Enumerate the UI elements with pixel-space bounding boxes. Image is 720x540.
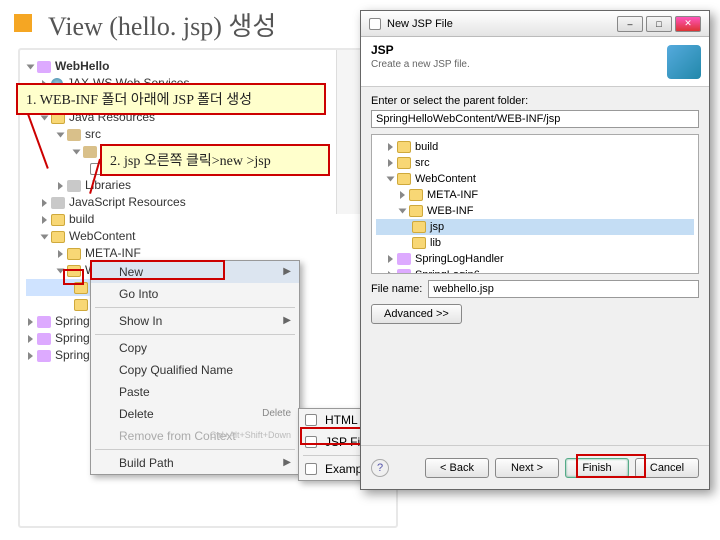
dialog-title: New JSP File xyxy=(387,18,453,30)
menu-show-in[interactable]: Show In▶ xyxy=(91,310,299,332)
filename-input[interactable] xyxy=(428,280,699,298)
menu-go-into[interactable]: Go Into xyxy=(91,283,299,305)
menu-copy-qn[interactable]: Copy Qualified Name xyxy=(91,359,299,381)
menu-copy[interactable]: Copy xyxy=(91,337,299,359)
parent-folder-label: Enter or select the parent folder: xyxy=(371,95,699,107)
callout-2: 2. jsp 오른쪽 클릭>new >jsp xyxy=(100,144,330,176)
finish-button[interactable]: Finish xyxy=(565,458,629,478)
parent-folder-input[interactable] xyxy=(371,110,699,128)
tree-item[interactable]: JavaScript Resources xyxy=(26,194,260,211)
menu-remove-context: Remove from ContextCtrl+Alt+Shift+Down xyxy=(91,425,299,447)
dialog-banner: JSP Create a new JSP file. xyxy=(361,37,709,87)
banner-icon xyxy=(667,45,701,79)
menu-delete[interactable]: DeleteDelete xyxy=(91,403,299,425)
menu-paste[interactable]: Paste xyxy=(91,381,299,403)
tree-item[interactable]: src xyxy=(26,126,260,143)
minimize-button[interactable]: – xyxy=(617,16,643,32)
project-name: WebHello xyxy=(55,58,109,75)
menu-build-path[interactable]: Build Path▶ xyxy=(91,452,299,474)
cancel-button[interactable]: Cancel xyxy=(635,458,699,478)
banner-title: JSP xyxy=(371,43,699,57)
maximize-button[interactable]: □ xyxy=(646,16,672,32)
new-jsp-dialog: New JSP File – □ ✕ JSP Create a new JSP … xyxy=(360,10,710,490)
menu-new[interactable]: New▶ xyxy=(91,261,299,283)
callout-1: 1. WEB-INF 폴더 아래에 JSP 폴더 생성 xyxy=(16,83,326,115)
filename-label: File name: xyxy=(371,283,422,295)
slide-bullet xyxy=(14,14,32,32)
context-menu: New▶ Go Into Show In▶ Copy Copy Qualifie… xyxy=(90,260,300,475)
folder-tree[interactable]: build src WebContent META-INF WEB-INF js… xyxy=(371,134,699,274)
tree-item[interactable]: build xyxy=(26,211,260,228)
dialog-titlebar[interactable]: New JSP File – □ ✕ xyxy=(361,11,709,37)
back-button[interactable]: < Back xyxy=(425,458,489,478)
help-button[interactable]: ? xyxy=(371,459,389,477)
tree-item[interactable]: WebContent xyxy=(26,228,260,245)
slide-title: View (hello. jsp) 생성 xyxy=(48,6,276,43)
close-button[interactable]: ✕ xyxy=(675,16,701,32)
next-button[interactable]: Next > xyxy=(495,458,559,478)
advanced-button[interactable]: Advanced >> xyxy=(371,304,462,324)
tree-item[interactable]: Libraries xyxy=(26,177,260,194)
banner-subtitle: Create a new JSP file. xyxy=(371,59,699,70)
